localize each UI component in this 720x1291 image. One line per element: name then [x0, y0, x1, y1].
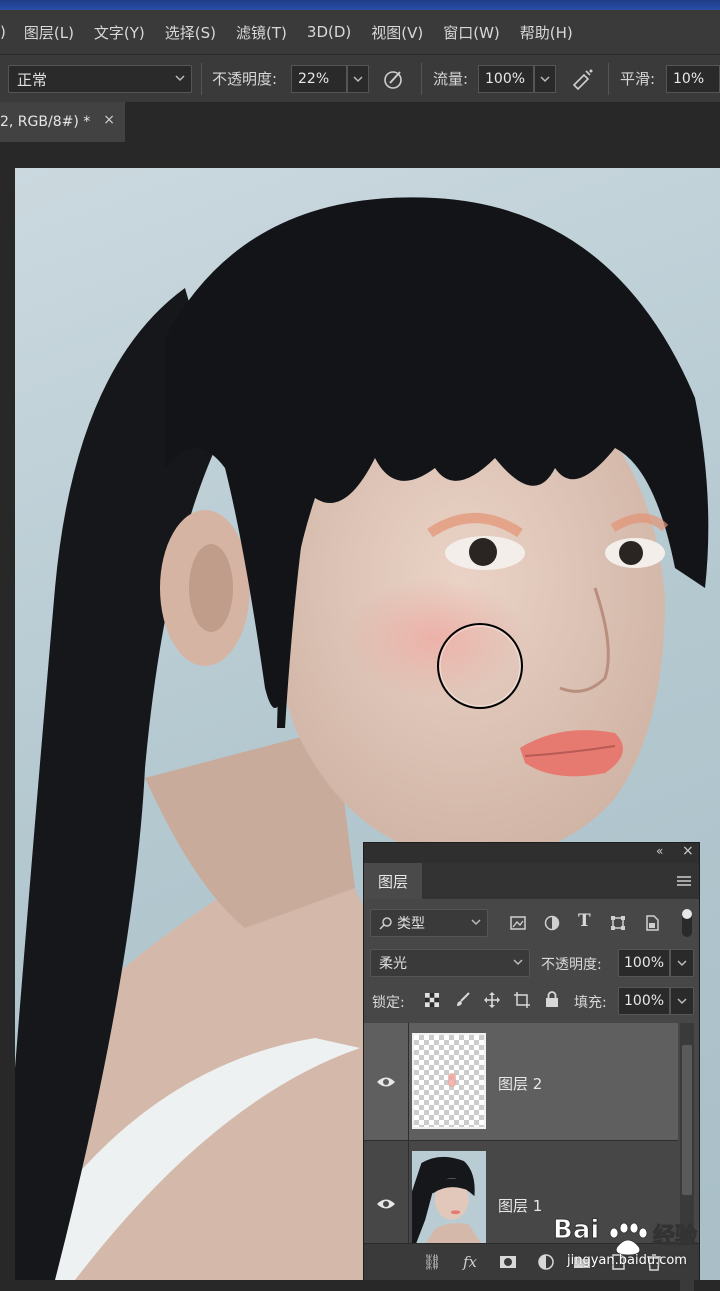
- layer-filter-value: 类型: [397, 916, 425, 932]
- lock-all-icon[interactable]: [545, 991, 559, 1007]
- portrait-thumbnail: [412, 1156, 482, 1245]
- airbrush-icon[interactable]: [569, 67, 595, 91]
- chevron-down-icon: [540, 76, 550, 83]
- lock-artboard-icon[interactable]: [514, 992, 530, 1008]
- menu-type[interactable]: 文字(Y): [84, 22, 155, 43]
- layer-row-2[interactable]: 图层 2: [364, 1023, 678, 1141]
- blend-mode-select[interactable]: 柔光: [370, 949, 530, 977]
- chevron-down-icon: [513, 959, 523, 966]
- lock-label: 锁定:: [372, 995, 405, 1011]
- baidu-jingyan-watermark: Bai 经验 jingyan.baidu.com: [552, 1215, 713, 1275]
- layer-opacity-label: 不透明度:: [541, 957, 602, 973]
- lock-pixels-brush-icon[interactable]: [455, 992, 471, 1008]
- menu-partial-edge[interactable]: ): [0, 23, 14, 41]
- eye-icon[interactable]: [376, 1198, 396, 1210]
- opacity-label: 不透明度:: [212, 70, 278, 88]
- menu-bar: ) 图层(L) 文字(Y) 选择(S) 滤镜(T) 3D(D) 视图(V) 窗口…: [0, 10, 720, 54]
- layer-style-fx-icon[interactable]: fx: [460, 1252, 480, 1272]
- menu-view[interactable]: 视图(V): [361, 22, 433, 43]
- lock-transparency-icon[interactable]: [425, 993, 439, 1007]
- options-bar: 正常 不透明度: 22% 流量: 100% 平滑: 10%: [0, 54, 720, 104]
- menu-window[interactable]: 窗口(W): [433, 22, 510, 43]
- collapse-icon[interactable]: «: [656, 844, 663, 858]
- layer-2-name[interactable]: 图层 2: [498, 1073, 542, 1094]
- eye-icon[interactable]: [376, 1076, 396, 1088]
- chevron-down-icon: [353, 76, 363, 83]
- chevron-down-icon: [677, 960, 687, 967]
- scrollbar-thumb[interactable]: [682, 1045, 692, 1195]
- search-icon: [379, 917, 392, 930]
- filter-toggle[interactable]: [682, 909, 692, 937]
- chevron-down-icon: [175, 75, 185, 82]
- filter-smart-object-icon[interactable]: [644, 915, 660, 931]
- fill-dropdown[interactable]: [670, 987, 694, 1015]
- flow-dropdown[interactable]: [534, 65, 556, 93]
- layer-opacity-dropdown[interactable]: [670, 949, 694, 977]
- link-layers-icon[interactable]: ⛓: [422, 1252, 442, 1272]
- panel-menu-icon[interactable]: [677, 875, 691, 887]
- brush-mode-value: 正常: [17, 70, 48, 89]
- pressure-opacity-icon[interactable]: [382, 67, 406, 91]
- add-mask-icon[interactable]: [498, 1252, 518, 1272]
- chevron-down-icon: [471, 919, 481, 926]
- menu-3d[interactable]: 3D(D): [297, 23, 361, 41]
- layer-1-thumbnail: [412, 1151, 486, 1247]
- flow-input[interactable]: 100%: [478, 65, 534, 93]
- tab-layers[interactable]: 图层: [364, 863, 422, 899]
- brush-mode-select[interactable]: 正常: [8, 65, 192, 93]
- filter-adjustment-layer-icon[interactable]: [544, 915, 560, 931]
- watermark-brand: Bai: [552, 1215, 600, 1246]
- fill-label: 填充:: [574, 995, 607, 1011]
- smoothing-label: 平滑:: [620, 70, 656, 88]
- document-tab-bar: 2, RGB/8#) * ×: [0, 102, 720, 142]
- document-tab[interactable]: 2, RGB/8#) * ×: [0, 102, 125, 142]
- fill-input[interactable]: 100%: [618, 987, 670, 1015]
- filter-shape-layer-icon[interactable]: [610, 915, 626, 931]
- layer-1-name[interactable]: 图层 1: [498, 1195, 542, 1216]
- watermark-brand-suffix: 经验: [652, 1224, 698, 1250]
- window-title-strip: [0, 0, 720, 10]
- menu-filter[interactable]: 滤镜(T): [226, 22, 297, 43]
- opacity-dropdown[interactable]: [347, 65, 369, 93]
- filter-type-layer-icon[interactable]: T: [578, 911, 591, 931]
- document-tab-title: 2, RGB/8#) *: [0, 114, 91, 130]
- blend-mode-value: 柔光: [379, 956, 407, 972]
- flow-label: 流量:: [433, 70, 469, 88]
- close-icon[interactable]: ×: [682, 843, 694, 859]
- layer-opacity-input[interactable]: 100%: [618, 949, 670, 977]
- layer-2-thumbnail: [412, 1033, 486, 1129]
- opacity-input[interactable]: 22%: [291, 65, 347, 93]
- smoothing-input[interactable]: 10%: [666, 65, 720, 93]
- lock-position-move-icon[interactable]: [484, 992, 500, 1008]
- layer-filter-select[interactable]: 类型: [370, 909, 488, 937]
- menu-help[interactable]: 帮助(H): [510, 22, 583, 43]
- menu-select[interactable]: 选择(S): [155, 22, 226, 43]
- close-icon[interactable]: ×: [103, 112, 115, 128]
- panel-titlebar: « ×: [364, 843, 699, 863]
- filter-pixel-layer-icon[interactable]: [510, 915, 526, 931]
- menu-layer[interactable]: 图层(L): [14, 22, 84, 43]
- chevron-down-icon: [677, 998, 687, 1005]
- watermark-url: jingyan.baidu.com: [567, 1253, 687, 1268]
